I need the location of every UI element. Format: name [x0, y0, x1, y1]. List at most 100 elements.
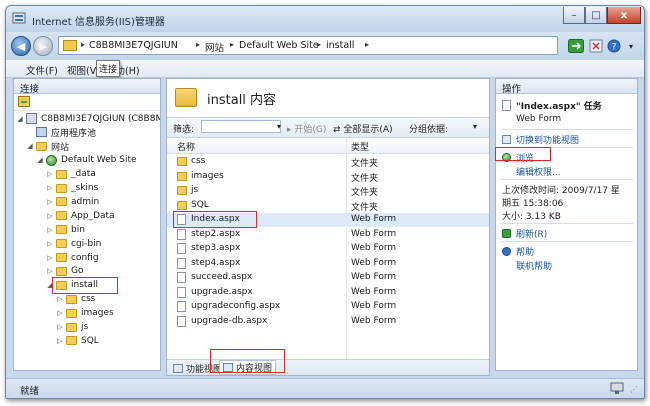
resize-grip-icon[interactable]: ⋰: [630, 385, 638, 394]
tree-expander-icon[interactable]: ▷: [46, 184, 54, 192]
tree-expander-icon[interactable]: ▷: [46, 254, 54, 262]
filter-input[interactable]: [201, 120, 281, 133]
tree-expander-icon[interactable]: ▷: [46, 170, 54, 178]
tree-node-label: bin: [71, 224, 85, 235]
tree-expander-icon[interactable]: ▷: [56, 323, 64, 331]
actions-divider: [500, 241, 633, 242]
list-item-name: js: [191, 185, 199, 195]
tree-expander-icon[interactable]: ▷: [46, 212, 54, 220]
forward-button[interactable]: ▶: [33, 36, 53, 56]
highlight-browse-action: [495, 147, 551, 161]
connect-icon[interactable]: [18, 96, 30, 107]
list-item[interactable]: step2.aspx Web Form: [167, 228, 489, 242]
action-refresh[interactable]: 刷新(R): [502, 227, 547, 240]
stop-icon[interactable]: [588, 38, 604, 54]
tree-node[interactable]: ◢ C8B8MI3E7QJGIUN (C8B8M: [16, 112, 161, 125]
tree-node[interactable]: ▷ SQL: [56, 334, 99, 347]
address-separator-icon: ▸: [365, 40, 370, 49]
globe-icon: [46, 154, 57, 166]
minimize-button[interactable]: –: [563, 7, 585, 24]
folder-icon: [56, 197, 67, 207]
tree-node[interactable]: ▷ config: [46, 251, 98, 264]
highlight-content-view-tab: [210, 349, 285, 373]
list-item-name: step4.aspx: [191, 257, 241, 268]
menu-view[interactable]: 视图(V): [67, 63, 100, 77]
tree-node[interactable]: ▷ admin: [46, 195, 99, 208]
tree-node[interactable]: ◢ 网站: [26, 140, 69, 153]
tree-node[interactable]: ▷ css: [56, 293, 95, 306]
address-field[interactable]: ▸ C8B8MI3E7QJGIUN ▸ 网站 ▸ Default Web Sit…: [58, 36, 558, 55]
address-segment-default-site[interactable]: Default Web Site: [239, 40, 319, 51]
list-item-type: 文件夹: [351, 188, 379, 198]
group-by-dropdown-icon[interactable]: ▾: [473, 122, 477, 131]
list-item-type: Web Form: [351, 272, 397, 282]
start-button[interactable]: ▸ 开始(G): [287, 122, 326, 135]
tree-expander-icon[interactable]: ▷: [46, 267, 54, 275]
tree-node[interactable]: 应用程序池: [26, 126, 96, 139]
menu-file[interactable]: 文件(F): [26, 63, 58, 77]
modified-time-label: 上次修改时间: 2009/7/17 星: [502, 186, 620, 196]
list-item[interactable]: upgradeconfig.aspx Web Form: [167, 300, 489, 314]
tree-node-label: C8B8MI3E7QJGIUN (C8B8M: [41, 113, 161, 124]
show-all-button[interactable]: ⇄ 全部显示(A): [333, 122, 393, 135]
back-button[interactable]: ◀: [11, 36, 31, 56]
address-segment-install[interactable]: install: [326, 40, 354, 51]
folder-icon: [56, 169, 67, 179]
selected-item-heading: "Index.aspx" 任务: [502, 99, 602, 112]
list-item-type: Web Form: [351, 315, 397, 326]
tree-node[interactable]: ▷ _data: [46, 168, 95, 181]
tree-expander-icon[interactable]: ◢: [26, 142, 34, 150]
tree-expander-icon[interactable]: ▷: [56, 337, 64, 345]
list-item[interactable]: succeed.aspx Web Form: [167, 271, 489, 285]
tree-expander-icon[interactable]: ▷: [46, 226, 54, 234]
actions-title: 操作: [496, 79, 637, 95]
tree-expander-icon[interactable]: ◢: [36, 156, 44, 164]
tree-node[interactable]: ▷ App_Data: [46, 209, 114, 222]
tree-node[interactable]: ▷ cgi-bin: [46, 237, 101, 250]
file-icon: [177, 257, 186, 269]
address-segment-sites[interactable]: 网站: [205, 40, 224, 54]
tree-expander-icon[interactable]: ▷: [46, 240, 54, 248]
refresh-icon[interactable]: [568, 38, 584, 54]
list-item[interactable]: css 文件夹: [167, 155, 489, 169]
tree-node[interactable]: ▷ _skins: [46, 182, 98, 195]
action-switch-view[interactable]: 切换到功能视图: [502, 133, 579, 146]
title-bar: Internet 信息服务(IIS)管理器 – □ x: [6, 6, 644, 32]
action-online-help[interactable]: 联机帮助: [516, 259, 552, 272]
maximize-button[interactable]: □: [585, 7, 607, 24]
file-icon: [177, 243, 186, 254]
list-item-name: upgrade-db.aspx: [191, 315, 268, 326]
address-segment-server[interactable]: C8B8MI3E7QJGIUN: [89, 40, 178, 51]
tree-node[interactable]: ▷ bin: [46, 223, 85, 236]
folder-icon: [177, 200, 187, 210]
status-bar: 就绪 ⋰: [6, 378, 644, 398]
list-item[interactable]: images 文件夹: [167, 170, 489, 184]
close-button[interactable]: x: [607, 7, 641, 24]
list-item[interactable]: js 文件夹: [167, 184, 489, 198]
help-icon[interactable]: ?: [606, 38, 622, 54]
list-item[interactable]: step4.aspx Web Form: [167, 257, 489, 271]
tree-expander-icon[interactable]: ▷: [56, 295, 64, 303]
action-help[interactable]: 帮助: [502, 245, 534, 258]
maximize-icon: □: [591, 9, 601, 21]
tree-node[interactable]: ▷ images: [56, 307, 113, 320]
list-item[interactable]: upgrade-db.aspx Web Form: [167, 315, 489, 329]
folder-icon: [56, 253, 67, 262]
dropdown-chevron-icon[interactable]: ▾: [623, 38, 639, 54]
highlight-index-aspx: [173, 211, 257, 228]
column-header-type[interactable]: 类型: [351, 140, 369, 153]
filter-label: 筛选:: [173, 125, 195, 135]
tree-expander-icon[interactable]: ▷: [56, 309, 64, 317]
tree-expander-icon[interactable]: ▷: [46, 198, 54, 206]
list-item[interactable]: step3.aspx Web Form: [167, 242, 489, 256]
column-header-name[interactable]: 名称: [177, 140, 195, 153]
tree-node[interactable]: ◢ Default Web Site: [36, 154, 137, 167]
filter-dropdown-icon[interactable]: ▾: [277, 122, 281, 131]
refresh-icon: [502, 229, 511, 238]
tree-node[interactable]: ▷ js: [56, 321, 88, 334]
action-edit-permissions[interactable]: 编辑权限...: [516, 165, 561, 178]
tree-node-label: cgi-bin: [71, 238, 102, 249]
list-item[interactable]: upgrade.aspx Web Form: [167, 286, 489, 300]
tree-expander-icon[interactable]: ◢: [16, 115, 24, 123]
list-item-name: upgrade.aspx: [191, 286, 253, 297]
